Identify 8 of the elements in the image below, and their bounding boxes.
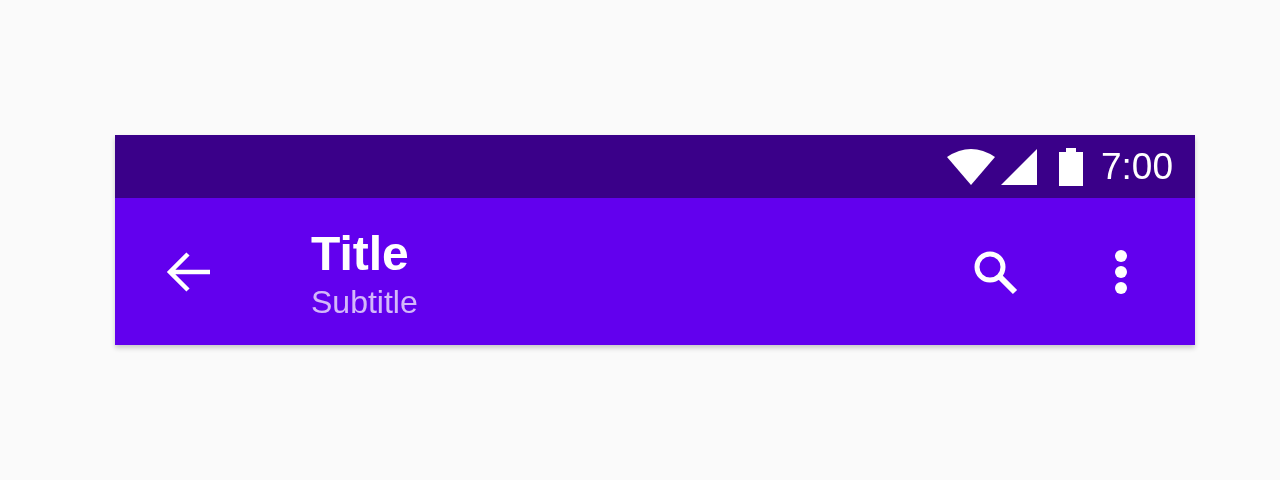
wifi-icon xyxy=(947,148,995,185)
status-time: 7:00 xyxy=(1101,145,1173,188)
back-arrow-icon xyxy=(166,250,212,293)
more-vertical-icon xyxy=(1114,249,1128,294)
app-bar-subtitle: Subtitle xyxy=(311,282,419,322)
app-bar-title: Title xyxy=(311,225,410,282)
signal-icon xyxy=(1001,148,1037,185)
battery-icon xyxy=(1059,147,1083,186)
